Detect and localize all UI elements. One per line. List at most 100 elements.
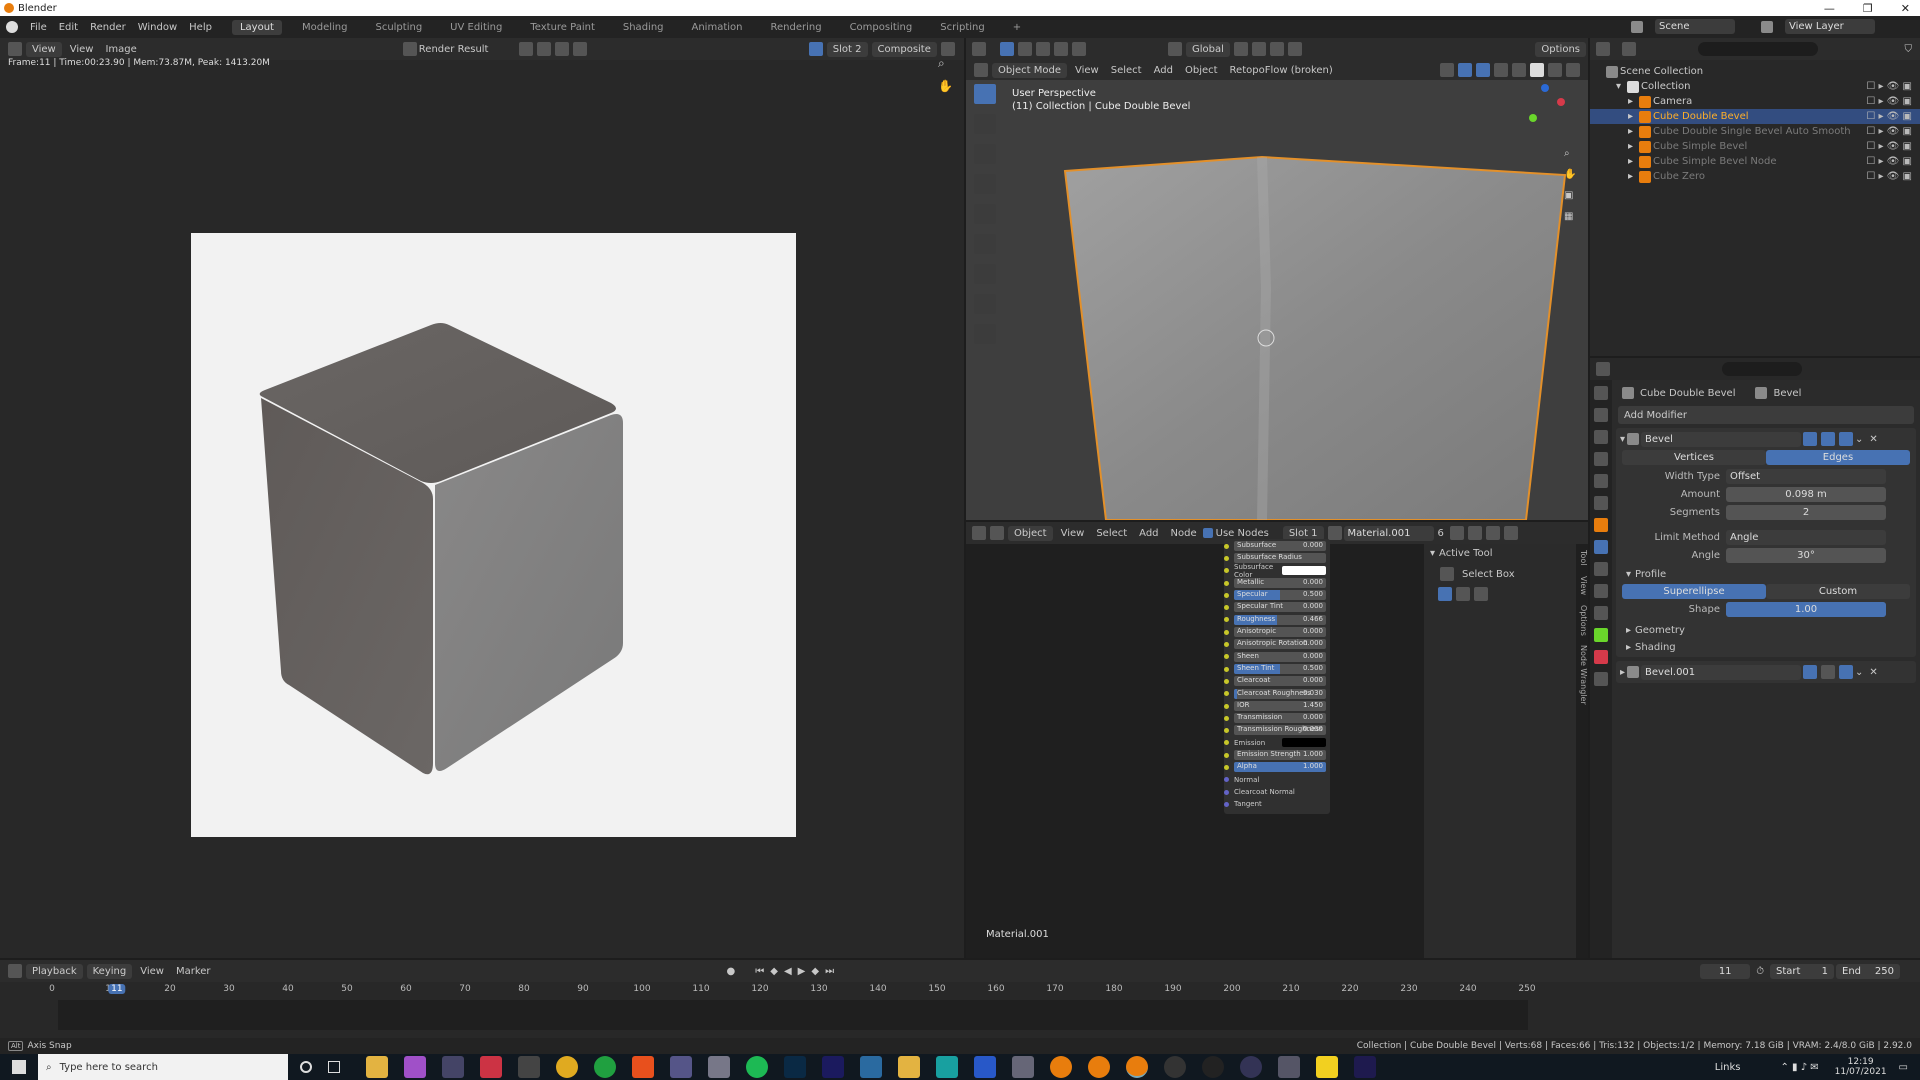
- timeline-ruler[interactable]: 0102030405060708090100110120130140150160…: [0, 984, 1580, 1000]
- image-name-field[interactable]: Render Result: [419, 44, 511, 55]
- properties-search-input[interactable]: [1722, 362, 1802, 376]
- node-input-row[interactable]: Emission: [1224, 737, 1330, 749]
- menu-help[interactable]: Help: [189, 22, 212, 33]
- node-value-slider[interactable]: Roughness 0.466: [1234, 614, 1326, 625]
- node-input-row[interactable]: Specular Tint 0.000: [1224, 601, 1330, 613]
- open-image-icon[interactable]: [554, 42, 569, 56]
- taskbar-search-input[interactable]: ⌕ Type here to search: [38, 1054, 288, 1080]
- node-value-slider[interactable]: Clearcoat Roughness 0.030: [1234, 688, 1326, 699]
- slot-dropdown[interactable]: Slot 2: [826, 41, 868, 57]
- node-menu-add[interactable]: Add: [1139, 528, 1158, 539]
- socket-icon[interactable]: [1224, 666, 1229, 672]
- expand-icon[interactable]: ▸: [1628, 111, 1633, 122]
- render-toggle-icon[interactable]: [1839, 665, 1854, 679]
- tab-texture-paint[interactable]: Texture Paint: [522, 20, 603, 35]
- affect-vertices-button[interactable]: Vertices: [1622, 450, 1766, 465]
- outliner-search-input[interactable]: [1698, 42, 1818, 56]
- material-tab-icon[interactable]: [1594, 650, 1608, 664]
- sticky-notes-icon[interactable]: [1316, 1056, 1338, 1078]
- tab-node-wrangler[interactable]: Node Wrangler: [1576, 645, 1588, 705]
- image-menu[interactable]: Image: [105, 44, 136, 55]
- menu-render[interactable]: Render: [90, 22, 126, 33]
- jump-key-back-icon[interactable]: ◆: [770, 966, 778, 977]
- app-box-icon[interactable]: [860, 1056, 882, 1078]
- clock-icon[interactable]: ⏱: [1756, 966, 1764, 977]
- node-value-slider[interactable]: Sheen Tint 0.500: [1234, 663, 1326, 674]
- modifier-menu-icon[interactable]: ⌄: [1855, 667, 1863, 678]
- blender-menu-icon[interactable]: [6, 21, 18, 33]
- expand-icon[interactable]: ▸: [1628, 141, 1633, 152]
- modifier-name-field[interactable]: Bevel: [1641, 431, 1802, 447]
- jump-start-icon[interactable]: ⏮: [755, 966, 764, 977]
- node-menu-view[interactable]: View: [1061, 528, 1085, 539]
- socket-icon[interactable]: [1224, 617, 1229, 623]
- tab-scripting[interactable]: Scripting: [932, 20, 992, 35]
- superellipse-button[interactable]: Superellipse: [1622, 584, 1766, 599]
- app-blue-icon[interactable]: [974, 1056, 996, 1078]
- shape-slider[interactable]: 1.00: [1726, 602, 1886, 617]
- file-explorer-icon[interactable]: [366, 1056, 388, 1078]
- outliner-item[interactable]: ▸ Camera ☐ ▸ 👁 ▣: [1590, 94, 1920, 109]
- editmode-toggle-icon[interactable]: [1803, 665, 1818, 679]
- render-tab-icon[interactable]: [1594, 408, 1608, 422]
- socket-icon[interactable]: [1224, 764, 1229, 770]
- socket-icon[interactable]: [1224, 752, 1229, 758]
- record-icon[interactable]: ●: [727, 966, 736, 977]
- node-menu-node[interactable]: Node: [1171, 528, 1197, 539]
- ortho-grid-icon[interactable]: ▦: [1564, 211, 1576, 222]
- outliner-item[interactable]: ▸ Cube Simple Bevel ☐ ▸ 👁 ▣: [1590, 139, 1920, 154]
- socket-icon[interactable]: [1224, 580, 1229, 586]
- timeline-view-menu[interactable]: View: [140, 966, 164, 977]
- visibility-toggles-icon[interactable]: ☐ ▸ 👁 ▣: [1866, 111, 1912, 122]
- node-value-slider[interactable]: Sheen 0.000: [1234, 651, 1326, 662]
- close-button[interactable]: ✕: [1901, 2, 1910, 15]
- tab-view[interactable]: View: [1576, 576, 1588, 595]
- pin-icon[interactable]: [518, 42, 533, 56]
- socket-icon[interactable]: [1224, 678, 1229, 684]
- menu-window[interactable]: Window: [138, 22, 177, 33]
- outliner-item[interactable]: ▸ Cube Simple Bevel Node ☐ ▸ 👁 ▣: [1590, 154, 1920, 169]
- socket-icon[interactable]: [1224, 715, 1229, 721]
- geometry-header[interactable]: Geometry: [1635, 625, 1685, 636]
- start-frame-field[interactable]: Start 1: [1770, 963, 1834, 979]
- menu-edit[interactable]: Edit: [59, 22, 78, 33]
- node-input-row[interactable]: Normal: [1224, 774, 1330, 786]
- app-nl-icon[interactable]: [480, 1056, 502, 1078]
- node-input-row[interactable]: IOR 1.450: [1224, 700, 1330, 712]
- outliner-item[interactable]: ▸ Cube Zero ☐ ▸ 👁 ▣: [1590, 169, 1920, 184]
- modifier2-name-field[interactable]: Bevel.001: [1641, 664, 1802, 680]
- socket-icon[interactable]: [1224, 642, 1229, 648]
- material-name-field[interactable]: Material.001: [1343, 525, 1434, 541]
- display-mode-icon[interactable]: [1622, 42, 1636, 56]
- color-swatch[interactable]: [1282, 738, 1326, 748]
- tab-compositing[interactable]: Compositing: [842, 20, 921, 35]
- node-value-slider[interactable]: Emission Strength 1.000: [1234, 750, 1326, 761]
- scene-selector[interactable]: Scene: [1655, 19, 1735, 34]
- editor-type-icon[interactable]: [1596, 42, 1610, 56]
- menu-file[interactable]: File: [30, 22, 47, 33]
- node-input-row[interactable]: Subsurface 0.000: [1224, 540, 1330, 552]
- node-input-row[interactable]: Clearcoat Normal: [1224, 786, 1330, 798]
- object-tab-icon[interactable]: [1594, 518, 1608, 532]
- navigation-gizmo[interactable]: [1521, 84, 1571, 134]
- scene-tab-icon[interactable]: [1594, 474, 1608, 488]
- playhead-marker[interactable]: 11: [108, 984, 126, 994]
- node-input-row[interactable]: Anisotropic Rotation 0.000: [1224, 638, 1330, 650]
- app-cloud-icon[interactable]: [708, 1056, 730, 1078]
- zoom-icon[interactable]: ⌕: [1564, 148, 1576, 159]
- node-input-row[interactable]: Sheen 0.000: [1224, 651, 1330, 663]
- node-input-row[interactable]: Transmission Roughness 0.000: [1224, 724, 1330, 736]
- notifications-icon[interactable]: ▭: [1899, 1062, 1908, 1073]
- visibility-toggles-icon[interactable]: ☐ ▸ 👁 ▣: [1866, 171, 1912, 182]
- remove-modifier-icon[interactable]: ✕: [1869, 434, 1877, 445]
- angle-field[interactable]: 30°: [1726, 548, 1886, 563]
- node-value-slider[interactable]: Specular 0.500: [1234, 590, 1326, 601]
- feather-icon[interactable]: [670, 1056, 692, 1078]
- remove-modifier-icon[interactable]: ✕: [1869, 667, 1877, 678]
- principled-bsdf-node[interactable]: Subsurface 0.000 Subsurface Radius Subsurfa…: [1224, 539, 1330, 814]
- app-3-icon[interactable]: [936, 1056, 958, 1078]
- physics-tab-icon[interactable]: [1594, 584, 1608, 598]
- tab-modeling[interactable]: Modeling: [294, 20, 356, 35]
- chrome-icon[interactable]: [556, 1056, 578, 1078]
- task-view-icon[interactable]: [328, 1061, 340, 1073]
